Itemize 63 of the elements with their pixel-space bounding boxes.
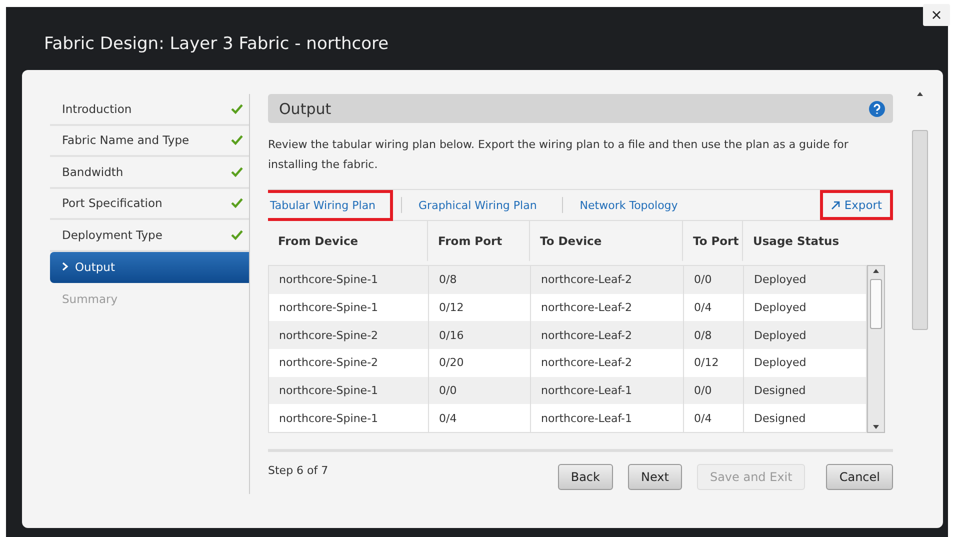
- column-header: To Device: [530, 221, 683, 261]
- table-cell: 0/4: [684, 294, 744, 322]
- table-cell: northcore-Spine-1: [269, 266, 429, 294]
- view-tab[interactable]: Network Topology: [562, 190, 695, 220]
- chevron-icon: [62, 262, 69, 272]
- view-tab[interactable]: Graphical Wiring Plan: [402, 190, 554, 220]
- checkmark-icon: [231, 104, 243, 114]
- table-cell: northcore-Spine-2: [269, 321, 429, 350]
- table-cell: northcore-Spine-1: [269, 404, 429, 432]
- checkmark-icon: [231, 166, 243, 177]
- window-title: Fabric Design: Layer 3 Fabric - northcore: [44, 34, 389, 54]
- table-cell: Designed: [744, 376, 866, 404]
- table-cell: northcore-Spine-2: [269, 349, 429, 377]
- table-cell: 0/0: [684, 376, 744, 404]
- export-link[interactable]: Export: [820, 190, 893, 220]
- step-item[interactable]: Bandwidth: [50, 157, 249, 188]
- table-cell: Deployed: [744, 266, 866, 294]
- table-cell: northcore-Leaf-2: [531, 321, 684, 350]
- table-cell: Deployed: [744, 321, 866, 350]
- table-cell: 0/8: [684, 321, 744, 350]
- table-cell: northcore-Leaf-1: [531, 376, 684, 404]
- arrow-icon: [831, 200, 840, 210]
- step-counter: Step 6 of 7: [268, 464, 328, 479]
- table-cell: northcore-Leaf-2: [531, 349, 684, 377]
- footer-button[interactable]: Back: [558, 464, 613, 490]
- table-cell: 0/4: [429, 404, 531, 432]
- checkmark-icon: [231, 198, 243, 208]
- table-cell: northcore-Leaf-1: [531, 404, 684, 432]
- close-button[interactable]: ×: [923, 4, 950, 26]
- help-icon[interactable]: [869, 100, 885, 116]
- table-cell: 0/8: [429, 266, 531, 294]
- column-header: From Port: [428, 221, 530, 261]
- table-cell: northcore-Spine-1: [269, 376, 429, 404]
- step-item[interactable]: Introduction: [50, 94, 249, 126]
- checkmark-icon: [231, 230, 243, 240]
- column-header: Usage Status: [752, 233, 840, 250]
- table-cell: 0/16: [429, 321, 531, 350]
- footer-button[interactable]: Cancel: [826, 464, 893, 490]
- column-header: To Port: [683, 221, 743, 261]
- table-cell: Deployed: [744, 349, 866, 377]
- table-cell: 0/12: [684, 349, 744, 377]
- table-cell: 0/12: [429, 294, 531, 322]
- table-cell: 0/0: [684, 266, 744, 294]
- scroll-up-icon[interactable]: [917, 92, 923, 96]
- table-cell: northcore-Leaf-2: [531, 266, 684, 294]
- step-item[interactable]: Output: [50, 252, 249, 283]
- table-cell: Deployed: [744, 294, 866, 322]
- scrollbar[interactable]: [912, 130, 928, 330]
- table-cell: Designed: [744, 404, 866, 432]
- step-item[interactable]: Fabric Name and Type: [50, 126, 249, 157]
- step-item[interactable]: Port Specification: [50, 188, 249, 220]
- table-cell: northcore-Leaf-2: [531, 294, 684, 322]
- table-cell: 0/4: [684, 404, 744, 432]
- section-title: Output: [279, 100, 332, 118]
- column-header: From Device: [268, 221, 428, 261]
- checkmark-icon: [231, 135, 243, 146]
- table-cell: 0/0: [429, 376, 531, 404]
- table-scrollbar[interactable]: [867, 265, 885, 433]
- footer-button[interactable]: Next: [628, 464, 682, 490]
- table-cell: 0/20: [429, 349, 531, 377]
- table-cell: northcore-Spine-1: [269, 294, 429, 322]
- description-text: Review the tabular wiring plan below. Export the wiring plan to a file and then use the plan as a guide for installing the fabric.: [268, 137, 850, 173]
- view-tab[interactable]: Tabular Wiring Plan: [268, 190, 393, 220]
